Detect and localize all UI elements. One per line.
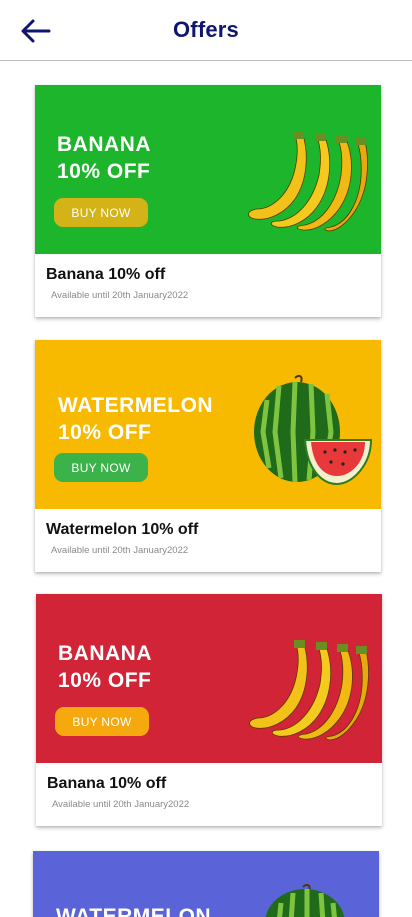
- offer-name: Watermelon 10% off: [46, 521, 199, 538]
- offer-banner: BANANA 10% OFF BUY NOW: [36, 594, 382, 763]
- offer-info: Watermelon 10% off Available until 20th …: [35, 509, 381, 572]
- offer-product: BANANA: [58, 642, 152, 665]
- offer-name: Banana 10% off: [46, 266, 166, 283]
- offer-card[interactable]: WATERMELON: [33, 851, 379, 917]
- offer-banner: BANANA 10% OFF BUY NOW: [35, 85, 381, 254]
- offer-availability: Available until 20th January2022: [52, 799, 190, 810]
- offer-discount: 10% OFF: [57, 160, 151, 183]
- offer-discount: 10% OFF: [58, 669, 152, 692]
- offer-headline: WATERMELON: [56, 903, 211, 917]
- buy-now-button[interactable]: BUY NOW: [54, 198, 148, 227]
- offer-availability: Available until 20th January2022: [51, 290, 189, 301]
- banana-icon: [249, 640, 369, 741]
- buy-now-button[interactable]: BUY NOW: [55, 707, 149, 736]
- offer-info: Banana 10% off Available until 20th Janu…: [35, 254, 381, 317]
- offer-product: WATERMELON: [58, 394, 214, 417]
- offer-banner: WATERMELON: [33, 851, 379, 917]
- offer-headline: WATERMELON 10% OFF: [58, 392, 213, 446]
- watermelon-icon: [265, 883, 345, 917]
- offer-product: WATERMELON: [56, 905, 212, 917]
- banana-icon: [248, 131, 368, 232]
- watermelon-icon: [254, 374, 373, 486]
- offer-card[interactable]: BANANA 10% OFF BUY NOW Banana 10% off Av…: [35, 85, 381, 317]
- offer-card[interactable]: WATERMELON 10% OFF BUY NOW Watermelon 10…: [35, 340, 381, 572]
- offer-headline: BANANA 10% OFF: [58, 640, 152, 694]
- offer-name: Banana 10% off: [47, 775, 167, 792]
- offer-card[interactable]: BANANA 10% OFF BUY NOW Banana 10% off Av…: [36, 594, 382, 826]
- page-title: Offers: [173, 17, 239, 42]
- offer-availability: Available until 20th January2022: [51, 545, 189, 556]
- buy-now-button[interactable]: BUY NOW: [54, 453, 148, 482]
- offer-headline: BANANA 10% OFF: [57, 131, 151, 185]
- offer-discount: 10% OFF: [58, 421, 152, 444]
- offer-info: Banana 10% off Available until 20th Janu…: [36, 763, 382, 826]
- app-header: Offers: [0, 0, 412, 61]
- offer-banner: WATERMELON 10% OFF BUY NOW: [35, 340, 381, 509]
- offer-product: BANANA: [57, 133, 151, 156]
